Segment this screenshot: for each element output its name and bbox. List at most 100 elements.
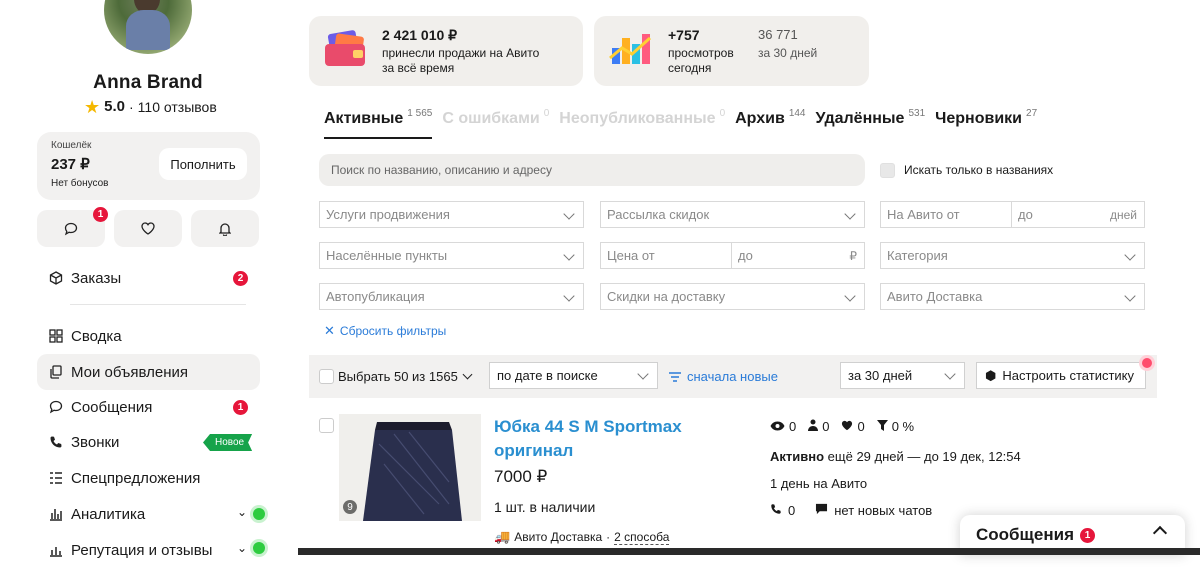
listing-price: 7000 ₽ — [494, 467, 548, 486]
days-suffix: дней — [1109, 208, 1137, 222]
sidebar-divider — [70, 304, 246, 305]
only-titles-label: Искать только в названиях — [904, 163, 1054, 177]
chevron-down-icon — [563, 208, 575, 220]
promo-select[interactable]: Услуги продвижения — [319, 201, 584, 228]
analytics-status-dot — [253, 508, 265, 520]
reset-filters-link[interactable]: ✕ Сбросить фильтры — [324, 323, 446, 339]
listing-title[interactable]: Юбка 44 S M Sportmax оригинал — [494, 415, 714, 463]
tab-errors[interactable]: С ошибками 0 — [442, 106, 549, 139]
localities-select[interactable]: Населённые пункты — [319, 242, 584, 269]
bar-chart-icon — [37, 507, 71, 521]
search-input[interactable]: Поиск по названию, описанию и адресу — [319, 154, 865, 186]
sidebar-item-label: Спецпредложения — [71, 469, 201, 487]
category-select[interactable]: Категория — [880, 242, 1145, 269]
messages-panel-badge: 1 — [1079, 527, 1095, 543]
chevron-down-icon — [563, 290, 575, 302]
chevron-down-icon — [844, 290, 856, 302]
listing-delivery: 🚚 Авито Доставка · 2 способа — [494, 529, 670, 545]
profile-name[interactable]: Anna Brand — [0, 72, 296, 94]
sidebar-item-label: Мои объявления — [71, 363, 188, 381]
sidebar-item-label: Сводка — [71, 327, 122, 345]
views-line1: просмотров — [668, 46, 734, 60]
listing-checkbox[interactable] — [319, 418, 334, 433]
sidebar-item-label: Репутация и отзывы — [71, 541, 213, 559]
sidebar-item-my-ads[interactable]: Мои объявления — [37, 354, 260, 390]
wallet-amount: 237 ₽ — [51, 156, 90, 173]
only-titles-checkbox[interactable] — [880, 163, 895, 178]
sidebar-item-summary[interactable]: Сводка — [37, 318, 260, 354]
tab-deleted[interactable]: Удалённые 531 — [816, 106, 926, 139]
chevron-down-icon: ⌄ — [237, 541, 248, 555]
sidebar-item-label: Аналитика — [71, 505, 146, 523]
messages-quick-button[interactable]: 1 — [37, 207, 108, 247]
chevron-down-icon — [1124, 290, 1136, 302]
stats-notification-dot — [1142, 358, 1152, 368]
wallet-cards-icon — [325, 30, 365, 66]
sort-order-toggle[interactable]: сначала новые — [669, 369, 778, 384]
sidebar-item-label: Звонки — [71, 433, 120, 451]
price-from-input[interactable]: Цена от — [600, 242, 732, 269]
listing-tabs: Активные 1 565 С ошибками 0 Неопубликованн… — [324, 106, 1047, 142]
configure-stats-button[interactable]: ⬢ Настроить статистику — [976, 362, 1146, 389]
wallet-card: Кошелёк 237 ₽ Нет бонусов Пополнить — [37, 132, 260, 200]
sort-select[interactable]: по дате в поиске — [489, 362, 658, 389]
wallet-label: Кошелёк — [51, 140, 92, 151]
rating-value: 5.0 — [104, 98, 125, 115]
listing-photo[interactable]: 9 — [339, 414, 481, 521]
listing-stock: 1 шт. в наличии — [494, 499, 596, 515]
chevron-down-icon: ⌄ — [237, 505, 248, 519]
notifications-quick-button[interactable] — [191, 210, 259, 247]
reviews-count: 110 отзывов — [137, 98, 217, 115]
tab-drafts[interactable]: Черновики 27 — [935, 106, 1037, 139]
chevron-down-icon — [563, 249, 575, 261]
chevron-down-icon — [1124, 249, 1136, 261]
list-toolbar: Выбрать 50 из 1565 по дате в поиске снач… — [309, 355, 1157, 398]
sidebar-item-analytics[interactable]: Аналитика ⌄ — [37, 496, 260, 532]
orders-badge: 2 — [233, 271, 248, 286]
avito-delivery-select[interactable]: Авито Доставка — [880, 283, 1145, 310]
eye-icon — [770, 419, 785, 434]
sidebar-item-offers[interactable]: Спецпредложения — [37, 460, 260, 496]
on-avito-to-input[interactable]: до дней — [1011, 201, 1145, 228]
chevron-down-icon — [462, 369, 473, 380]
listing-days-on: 1 день на Авито — [770, 476, 868, 491]
star-icon: ★ — [84, 96, 101, 117]
period-select[interactable]: за 30 дней — [840, 362, 965, 389]
chat-bubble-icon — [64, 222, 78, 235]
sidebar: Anna Brand ★ 5.0 · 110 отзывов Кошелёк 2… — [0, 0, 300, 559]
sales-line1: принесли продажи на Авито — [382, 46, 540, 60]
photo-count: 9 — [343, 500, 357, 514]
tab-active[interactable]: Активные 1 565 — [324, 106, 433, 139]
rub-suffix: ₽ — [849, 249, 857, 263]
views-today: +757 — [668, 27, 700, 43]
rating[interactable]: ★ 5.0 · 110 отзывов — [84, 96, 217, 117]
avatar[interactable] — [104, 0, 192, 54]
select-all-checkbox[interactable] — [319, 369, 334, 384]
chevron-up-icon[interactable] — [1152, 525, 1168, 541]
price-to-input[interactable]: до ₽ — [731, 242, 865, 269]
tab-unpublished[interactable]: Неопубликованные 0 — [559, 106, 725, 139]
list-icon — [37, 471, 71, 485]
person-icon — [808, 419, 819, 434]
new-tag: Новое — [203, 434, 252, 451]
delivery-ways-link[interactable]: 2 способа — [614, 530, 670, 545]
heart-icon — [141, 222, 155, 235]
chart-bars-icon — [609, 34, 651, 64]
truck-icon: 🚚 — [494, 529, 511, 544]
select-dropdown[interactable]: Выбрать 50 из 1565 — [338, 369, 473, 384]
autopub-select[interactable]: Автопубликация — [319, 283, 584, 310]
on-avito-from-input[interactable]: На Авито от — [880, 201, 1012, 228]
sidebar-item-reputation[interactable]: Репутация и отзывы ⌄ — [37, 532, 260, 568]
sort-icon — [669, 371, 681, 382]
discount-mail-select[interactable]: Рассылка скидок — [600, 201, 865, 228]
sidebar-item-messages[interactable]: Сообщения 1 — [37, 389, 260, 425]
delivery-discounts-select[interactable]: Скидки на доставку — [600, 283, 865, 310]
chat-bubble-icon — [815, 503, 828, 518]
topup-button[interactable]: Пополнить — [159, 148, 247, 180]
sidebar-item-orders[interactable]: Заказы 2 — [37, 260, 260, 296]
tab-archive[interactable]: Архив 144 — [735, 106, 805, 139]
wallet-bonus: Нет бонусов — [51, 178, 109, 189]
horizontal-scrollbar[interactable] — [298, 548, 1200, 555]
sales-line2: за всё время — [382, 61, 455, 75]
favorites-quick-button[interactable] — [114, 210, 182, 247]
